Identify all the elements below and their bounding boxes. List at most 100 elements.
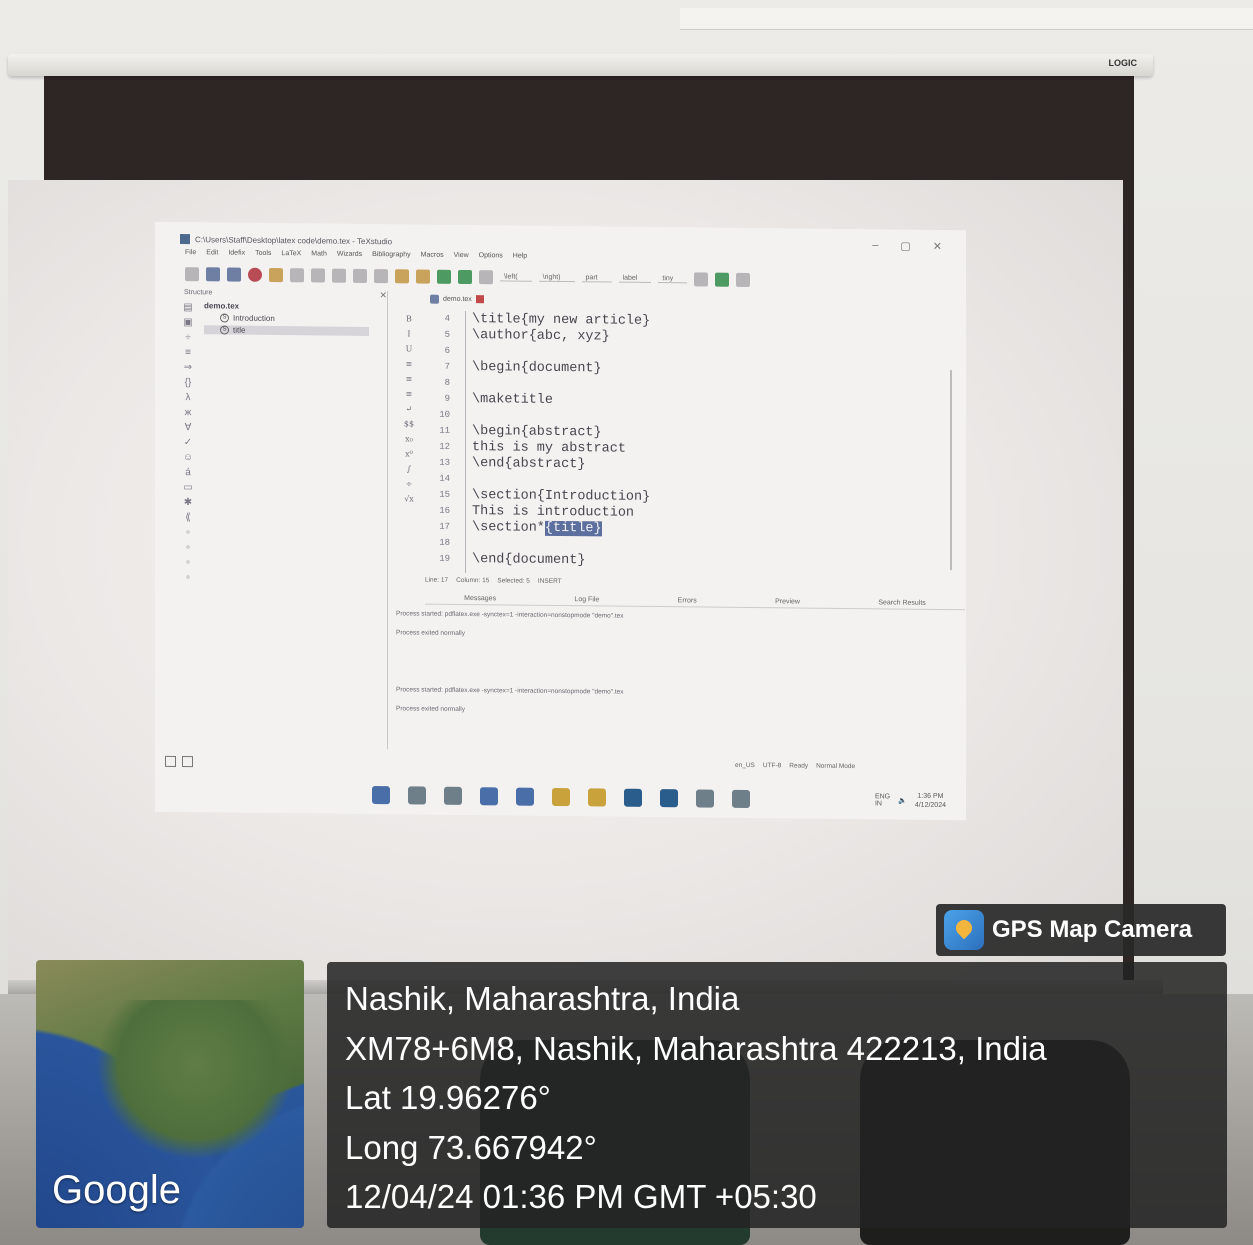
cut-icon[interactable]	[332, 268, 346, 283]
file-explorer-icon[interactable]	[551, 787, 570, 807]
close-icon[interactable]: ✕	[933, 240, 942, 253]
menu-options[interactable]: Options	[479, 252, 503, 264]
tab-close-icon[interactable]	[475, 295, 484, 304]
underline-icon[interactable]: U	[406, 344, 413, 353]
tab-messages[interactable]: Messages	[464, 595, 496, 602]
undo-icon[interactable]	[269, 267, 283, 283]
new-file-icon[interactable]	[185, 267, 199, 282]
build-view-icon[interactable]	[437, 269, 451, 284]
editor-tab-demo[interactable]: demo.tex	[443, 295, 472, 302]
encoding-status[interactable]: UTF-8	[763, 762, 781, 769]
part-combo[interactable]: part	[581, 274, 612, 283]
edge-icon[interactable]	[623, 788, 642, 807]
dfrac-icon[interactable]: ÷	[406, 479, 413, 488]
color-icon[interactable]	[715, 272, 730, 287]
tray-lang[interactable]: ENG IN	[875, 793, 890, 807]
search-icon[interactable]	[407, 786, 426, 805]
redo-icon[interactable]	[290, 268, 304, 283]
delimiters-icon[interactable]: {}	[185, 377, 192, 388]
operators-icon[interactable]: ÷	[185, 332, 191, 343]
save-icon[interactable]	[206, 267, 220, 282]
math-mode-icon[interactable]: $$	[404, 419, 414, 428]
store-icon[interactable]	[587, 788, 606, 807]
misc-math-icon[interactable]: ∀	[185, 422, 192, 433]
maximize-icon[interactable]: ▢	[900, 240, 910, 253]
previous-icon[interactable]	[395, 269, 409, 284]
relations-icon[interactable]: ≡	[185, 347, 191, 358]
start-icon[interactable]	[371, 786, 390, 805]
special-icon[interactable]: ✓	[184, 437, 192, 448]
pstricks-icon[interactable]: ▫	[186, 527, 190, 538]
emoji-icon[interactable]: ☺	[183, 452, 193, 463]
menu-tools[interactable]: Tools	[255, 250, 271, 262]
metapost-icon[interactable]: ▫	[186, 542, 190, 553]
bookmark-icon[interactable]: ▣	[183, 317, 192, 328]
tree-root-file[interactable]: demo.tex	[204, 301, 369, 312]
structure-view-icon[interactable]: ▤	[183, 302, 192, 313]
tikz-icon[interactable]: ▫	[186, 557, 190, 568]
widgets-icon[interactable]	[479, 787, 498, 806]
asymptote-icon[interactable]: ▫	[186, 572, 190, 583]
chat-icon[interactable]	[515, 787, 534, 806]
cyrillic-icon[interactable]: ж	[185, 407, 192, 418]
texstudio-taskbar-icon[interactable]	[731, 789, 750, 808]
tab-search-results[interactable]: Search Results	[878, 599, 925, 606]
editor-scrollbar[interactable]	[950, 370, 952, 571]
align-right-icon[interactable]: ≡	[406, 389, 413, 398]
menu-math[interactable]: Math	[311, 250, 327, 262]
size-combo[interactable]: tiny	[658, 275, 688, 284]
paste-icon[interactable]	[353, 268, 367, 283]
menu-view[interactable]: View	[454, 252, 469, 264]
tab-preview[interactable]: Preview	[775, 598, 800, 605]
comment-icon[interactable]	[374, 269, 388, 284]
align-center-icon[interactable]: ≡	[406, 374, 413, 383]
menu-edit[interactable]: Edit	[206, 249, 218, 261]
superscript-icon[interactable]: x⁰	[405, 449, 413, 458]
right-delimiter-combo[interactable]: \right)	[538, 273, 575, 283]
code-editor[interactable]: 4 \title{my new article} 5 \author{abc, xy…	[420, 310, 950, 579]
tree-item-title[interactable]: S title	[204, 325, 369, 336]
newline-icon[interactable]: ↵	[406, 404, 413, 413]
macro-icon[interactable]: ▭	[183, 482, 192, 493]
italic-icon[interactable]: I	[407, 329, 410, 338]
greek-icon[interactable]: λ	[186, 392, 191, 403]
fraction-icon[interactable]: ∫	[407, 464, 411, 473]
tab-log-file[interactable]: Log File	[574, 596, 599, 603]
app-icon[interactable]	[659, 789, 678, 808]
label-combo[interactable]: label	[618, 274, 652, 283]
panel-toggle-icon[interactable]	[182, 756, 193, 768]
asterisk-icon[interactable]: ✱	[184, 497, 192, 508]
volume-icon[interactable]: 🔈	[898, 797, 907, 805]
settings-icon[interactable]	[695, 789, 714, 808]
tree-item-introduction[interactable]: S Introduction	[204, 313, 369, 324]
next-icon[interactable]	[416, 269, 430, 284]
task-view-icon[interactable]	[443, 786, 462, 805]
menu-idefix[interactable]: Idefix	[228, 250, 245, 262]
menu-latex[interactable]: LaTeX	[281, 250, 301, 262]
language-status[interactable]: en_US	[735, 762, 755, 769]
sqrt-icon[interactable]: √x	[404, 494, 414, 503]
sidebar-toggle-icon[interactable]	[165, 755, 176, 767]
copy-icon[interactable]	[311, 268, 325, 283]
tab-errors[interactable]: Errors	[678, 597, 697, 604]
brackets-icon[interactable]: ⟪	[185, 512, 191, 523]
save-all-icon[interactable]	[227, 267, 241, 282]
bold-icon[interactable]: B	[406, 314, 412, 323]
warning-icon[interactable]	[736, 272, 751, 287]
minimize-icon[interactable]: –	[872, 239, 878, 252]
table-icon[interactable]	[694, 272, 709, 287]
align-left-icon[interactable]: ≡	[406, 359, 413, 368]
accent-icon[interactable]: á	[185, 467, 191, 478]
tray-clock[interactable]: 1:36 PM 4/12/2024	[915, 792, 946, 810]
structure-close-icon[interactable]: ✕	[379, 290, 387, 301]
view-pdf-icon[interactable]	[479, 270, 493, 285]
menu-macros[interactable]: Macros	[421, 252, 444, 264]
menu-wizards[interactable]: Wizards	[337, 251, 362, 263]
close-file-icon[interactable]	[248, 267, 262, 282]
menu-help[interactable]: Help	[513, 253, 527, 265]
left-delimiter-combo[interactable]: \left(	[500, 273, 532, 282]
subscript-icon[interactable]: x₀	[405, 434, 413, 443]
menu-file[interactable]: File	[185, 249, 196, 261]
compile-icon[interactable]	[458, 269, 472, 285]
menu-bibliography[interactable]: Bibliography	[372, 251, 411, 263]
